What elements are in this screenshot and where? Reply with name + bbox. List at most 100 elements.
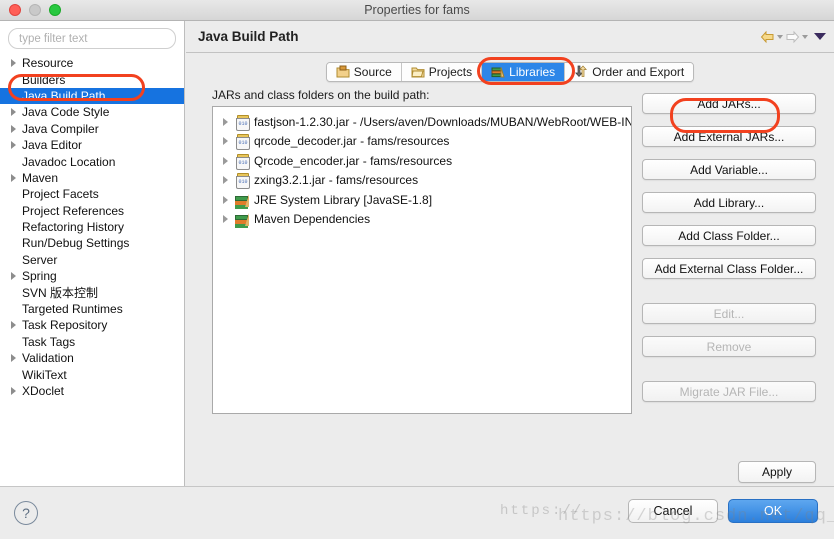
back-button[interactable]: [760, 30, 783, 44]
sidebar-item[interactable]: Project Facets: [0, 186, 184, 202]
properties-dialog: Properties for fams ResourceBuildersJava…: [0, 0, 834, 539]
filter-input[interactable]: [8, 28, 176, 49]
build-path-label: JARs and class folders on the build path…: [212, 88, 430, 102]
sidebar-item[interactable]: Builders: [0, 71, 184, 87]
sidebar-item[interactable]: Project References: [0, 203, 184, 219]
tab-row: Source Projects Libraries Order and Export: [186, 62, 834, 82]
sidebar-item-label: Refactoring History: [22, 220, 125, 235]
sidebar-item-label: Run/Debug Settings: [22, 236, 130, 251]
sidebar-item[interactable]: Spring: [0, 268, 184, 284]
order-export-icon: [574, 65, 588, 79]
apply-button[interactable]: Apply: [738, 461, 816, 483]
question-mark-icon[interactable]: ?: [14, 501, 38, 525]
tab-order-and-export[interactable]: Order and Export: [565, 63, 694, 81]
filter-container: [0, 21, 184, 53]
build-path-entry[interactable]: zxing3.2.1.jar - fams/resources: [217, 171, 631, 191]
sidebar-item[interactable]: XDoclet: [0, 383, 184, 399]
build-path-entry[interactable]: qrcode_decoder.jar - fams/resources: [217, 132, 631, 152]
tab-label: Order and Export: [592, 65, 685, 79]
sidebar-item[interactable]: Javadoc Location: [0, 153, 184, 169]
jar-icon: [234, 172, 250, 190]
ok-button[interactable]: OK: [728, 499, 818, 523]
page-title: Java Build Path: [198, 29, 299, 44]
edit-button: Edit...: [642, 303, 816, 324]
sidebar-item[interactable]: Task Tags: [0, 334, 184, 350]
add-external-class-folder-button[interactable]: Add External Class Folder...: [642, 258, 816, 279]
build-path-entry[interactable]: Maven Dependencies: [217, 210, 631, 230]
tab-source[interactable]: Source: [326, 63, 402, 81]
add-external-jars-button[interactable]: Add External JARs...: [642, 126, 816, 147]
jar-icon: [234, 114, 250, 131]
build-path-entry-label: JRE System Library [JavaSE-1.8]: [254, 192, 433, 207]
build-path-entry-label: Maven Dependencies: [254, 212, 371, 227]
add-variable-button[interactable]: Add Variable...: [642, 159, 816, 180]
sidebar-item-label: Resource: [22, 56, 74, 71]
libraries-books-icon: [491, 65, 505, 79]
dropdown-menu-icon[interactable]: [814, 33, 826, 40]
back-dropdown-icon[interactable]: [777, 34, 783, 39]
sidebar-item-label: Java Build Path: [22, 88, 106, 103]
sidebar-item[interactable]: Targeted Runtimes: [0, 301, 184, 317]
sidebar-item-label: Java Compiler: [22, 121, 99, 136]
sidebar-item[interactable]: WikiText: [0, 366, 184, 382]
sidebar-item[interactable]: Refactoring History: [0, 219, 184, 235]
sidebar-item-label: SVN 版本控制: [22, 286, 99, 301]
build-path-entry-label: qrcode_decoder.jar - fams/resources: [254, 134, 450, 149]
jar-icon: [234, 153, 250, 170]
forward-dropdown-icon[interactable]: [802, 34, 808, 39]
sidebar-item[interactable]: Task Repository: [0, 317, 184, 333]
sidebar-item-label: Spring: [22, 269, 57, 284]
sidebar-item[interactable]: Validation: [0, 350, 184, 366]
library-icon: [234, 192, 250, 208]
sidebar-item-label: WikiText: [22, 367, 67, 382]
window-title: Properties for fams: [364, 3, 470, 17]
build-path-entry[interactable]: Qrcode_encoder.jar - fams/resources: [217, 151, 631, 171]
sidebar-item-label: Maven: [22, 170, 59, 185]
sidebar-item-label: Task Tags: [22, 334, 76, 349]
header-navigation: [760, 30, 826, 44]
forward-button[interactable]: [785, 30, 808, 44]
sidebar-item[interactable]: Java Build Path: [0, 87, 184, 105]
build-path-tabs: Source Projects Libraries Order and Export: [325, 62, 695, 82]
build-path-entry-label: zxing3.2.1.jar - fams/resources: [254, 173, 419, 188]
sidebar-item[interactable]: Java Editor: [0, 137, 184, 153]
sidebar-item-label: Javadoc Location: [22, 154, 116, 169]
projects-folder-icon: [411, 65, 425, 79]
sidebar-item[interactable]: Resource: [0, 55, 184, 71]
tab-libraries[interactable]: Libraries: [482, 63, 566, 81]
forward-arrow-icon: [786, 30, 800, 43]
tab-label: Source: [353, 65, 392, 79]
tab-projects[interactable]: Projects: [401, 63, 483, 81]
tab-label: Projects: [428, 65, 473, 79]
dialog-footer: ? Cancel OK: [0, 486, 834, 539]
add-jars-button[interactable]: Add JARs...: [642, 93, 816, 114]
cancel-button[interactable]: Cancel: [628, 499, 718, 523]
remove-button: Remove: [642, 336, 816, 357]
sidebar-item[interactable]: Java Code Style: [0, 104, 184, 120]
sidebar-item-label: Java Code Style: [22, 105, 110, 120]
sidebar-item-label: Task Repository: [22, 318, 108, 333]
build-path-entry[interactable]: JRE System Library [JavaSE-1.8]: [217, 190, 631, 210]
build-path-list[interactable]: fastjson-1.2.30.jar - /Users/aven/Downlo…: [212, 106, 632, 414]
page-header: Java Build Path: [186, 21, 834, 53]
add-class-folder-button[interactable]: Add Class Folder...: [642, 225, 816, 246]
build-path-entry-label: Qrcode_encoder.jar - fams/resources: [254, 153, 453, 168]
preferences-tree: Resource Builders Java Build Path Java Code…: [0, 53, 184, 399]
sidebar-item[interactable]: Run/Debug Settings: [0, 235, 184, 251]
source-folder-icon: [336, 65, 350, 79]
sidebar-item[interactable]: Java Compiler: [0, 121, 184, 137]
sidebar-item-label: Project Facets: [22, 187, 99, 202]
build-path-entry[interactable]: fastjson-1.2.30.jar - /Users/aven/Downlo…: [217, 112, 631, 132]
action-button-column: Add JARs... Add External JARs... Add Varia…: [642, 93, 816, 414]
sidebar-item-label: XDoclet: [22, 384, 65, 398]
sidebar-item-label: Java Editor: [22, 138, 83, 153]
back-arrow-icon: [760, 30, 774, 43]
sidebar-item[interactable]: Maven: [0, 170, 184, 186]
build-path-group: JARs and class folders on the build path…: [212, 88, 632, 435]
add-library-button[interactable]: Add Library...: [642, 192, 816, 213]
sidebar-item[interactable]: Server: [0, 252, 184, 268]
sidebar-item[interactable]: SVN 版本控制: [0, 284, 184, 300]
preferences-sidebar: ResourceBuildersJava Build Path Java Code…: [0, 21, 185, 539]
sidebar-item-label: Builders: [22, 72, 66, 87]
tab-label: Libraries: [509, 65, 556, 79]
